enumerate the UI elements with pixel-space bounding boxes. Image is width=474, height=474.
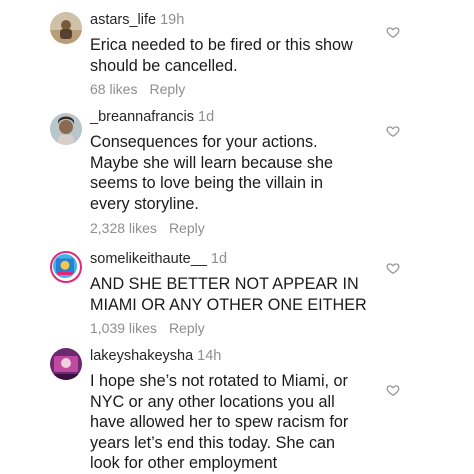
username[interactable]: astars_life xyxy=(90,12,156,28)
comment-text-line: look for other employment xyxy=(90,454,278,472)
timestamp: 14h xyxy=(197,348,222,364)
heart-outline-icon[interactable] xyxy=(386,25,400,39)
comment-header: astars_life 19h xyxy=(90,10,184,30)
profile-photo-icon xyxy=(50,348,82,380)
avatar[interactable] xyxy=(50,12,82,44)
comment-text: AND SHE BETTER NOT APPEAR IN MIAMI OR AN… xyxy=(90,274,390,315)
profile-photo-icon xyxy=(50,12,82,44)
comment-text-line: years let’s end this today. She can xyxy=(90,433,336,452)
comment-text-line: should be cancelled. xyxy=(90,56,238,75)
timestamp: 1d xyxy=(198,109,215,125)
comment-text-line: Consequences for your actions. xyxy=(90,133,318,151)
comment-text: Erica needed to be fired or this show sh… xyxy=(90,35,390,76)
profile-photo-icon xyxy=(50,113,82,145)
reply-button[interactable]: Reply xyxy=(149,81,185,97)
comment-header: somelikeithaute__ 1d xyxy=(90,249,227,269)
comment-meta: 68 likes Reply xyxy=(90,80,197,98)
username[interactable]: lakeyshakeysha xyxy=(90,348,193,364)
comment-header: lakeyshakeysha 14h xyxy=(90,346,221,366)
comment-text-line: NYC or any other locations you all xyxy=(90,392,335,411)
comment-text-line: seems to love being the villain in xyxy=(90,174,324,192)
timestamp: 19h xyxy=(160,12,185,28)
reply-button[interactable]: Reply xyxy=(169,320,205,336)
comment-text-line: AND SHE BETTER NOT APPEAR IN xyxy=(90,275,359,293)
heart-outline-icon[interactable] xyxy=(386,124,400,138)
comments-list: astars_life 19h Erica needed to be fired … xyxy=(0,0,474,474)
likes-count[interactable]: 1,039 likes xyxy=(90,320,157,336)
likes-count[interactable]: 2,328 likes xyxy=(90,220,157,236)
comment-text-line: Maybe she will learn because she xyxy=(90,153,333,172)
comment-text-line: every storyline. xyxy=(90,194,199,213)
reply-button[interactable]: Reply xyxy=(169,220,205,236)
avatar[interactable] xyxy=(50,251,82,283)
story-ring-profile-icon xyxy=(53,254,77,278)
avatar[interactable] xyxy=(50,348,82,380)
likes-count[interactable]: 68 likes xyxy=(90,81,137,97)
timestamp: 1d xyxy=(210,251,228,267)
comment-header: _breannafrancis 1d xyxy=(90,107,214,127)
heart-outline-icon[interactable] xyxy=(386,261,400,275)
comment-text-line: have allowed her to spew racism for xyxy=(90,413,349,431)
username[interactable]: _breannafrancis xyxy=(90,109,194,125)
comment-text-line: Erica needed to be fired or this show xyxy=(90,36,353,54)
heart-outline-icon[interactable] xyxy=(386,383,400,397)
avatar[interactable] xyxy=(50,113,82,145)
comment-meta: 2,328 likes Reply xyxy=(90,219,217,237)
username[interactable]: somelikeithaute__ xyxy=(90,251,207,267)
comment-text-line: I hope she’s not rotated to Miami, or xyxy=(90,372,348,390)
comment-text-line: MIAMI OR ANY OTHER ONE EITHER xyxy=(90,295,367,314)
comment-text: Consequences for your actions. Maybe she… xyxy=(90,132,390,214)
comment-meta: 1,039 likes Reply xyxy=(90,319,217,337)
comment-text: I hope she’s not rotated to Miami, or NY… xyxy=(90,371,390,474)
